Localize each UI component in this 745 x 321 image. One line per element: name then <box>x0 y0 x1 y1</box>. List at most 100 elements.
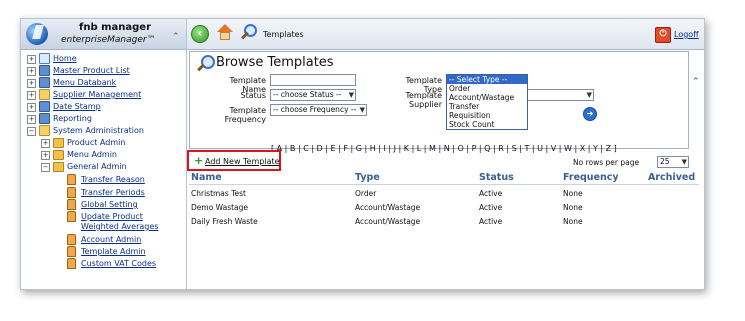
cell-frequency: None <box>563 189 583 198</box>
power-icon[interactable]: ⏻ <box>655 27 671 43</box>
folder-icon <box>53 150 64 160</box>
sidebar-item-label[interactable]: Transfer Periods <box>81 187 145 198</box>
expand-icon[interactable]: + <box>27 103 36 112</box>
sidebar-item-label[interactable]: Product Admin <box>67 137 125 148</box>
logoff-link[interactable]: Logoff <box>674 30 699 39</box>
calendar-icon <box>39 101 50 112</box>
chevron-down-icon[interactable]: ▼ <box>360 105 365 115</box>
chevron-down-icon[interactable]: ▼ <box>587 90 592 100</box>
search-icon[interactable] <box>240 24 258 42</box>
type-option[interactable]: Requisition <box>447 111 527 120</box>
alphabet-filter[interactable]: [ A | B | C | D | E | F | G | H | I | J … <box>271 144 617 153</box>
browse-templates-panel: Browse Templates Template Name Status --… <box>189 51 689 149</box>
grid-icon <box>39 65 50 76</box>
cell-frequency: None <box>563 217 583 226</box>
app-logo-icon <box>26 23 48 45</box>
col-header-type[interactable]: Type <box>355 172 380 183</box>
sidebar-item-label[interactable]: Transfer Reason <box>81 174 145 185</box>
template-frequency-label: Template Frequency <box>224 106 266 124</box>
expand-icon[interactable]: + <box>27 115 36 124</box>
sidebar-item-label[interactable]: Master Product List <box>53 65 130 76</box>
type-option[interactable]: Account/Wastage <box>447 93 527 102</box>
menu-icon <box>39 77 50 88</box>
col-header-archived[interactable]: Archived <box>648 172 695 183</box>
rows-per-page-label: No rows per page <box>573 158 640 167</box>
col-header-status[interactable]: Status <box>479 172 514 183</box>
sidebar-item-label[interactable]: Custom VAT Codes <box>81 258 156 269</box>
app-window: fnb manager enterpriseManager™ ⌃ + Home … <box>20 18 705 290</box>
settings-pin-icon <box>67 258 76 269</box>
go-arrow-icon[interactable]: ➜ <box>583 107 597 121</box>
col-header-name[interactable]: Name <box>191 172 222 183</box>
scroll-up-chevron-icon[interactable]: ⌃ <box>692 77 700 87</box>
type-option[interactable]: Transfer <box>447 102 527 111</box>
brand-header: fnb manager enterpriseManager™ ⌃ <box>21 19 186 50</box>
sidebar-item-label[interactable]: Supplier Management <box>53 89 141 100</box>
col-header-frequency[interactable]: Frequency <box>563 172 619 183</box>
type-option[interactable]: Stock Count <box>447 120 527 129</box>
expand-icon[interactable]: + <box>41 151 50 160</box>
status-label: Status <box>240 91 267 100</box>
page-title: Browse Templates <box>216 55 334 70</box>
sidebar-item-label[interactable]: Account Admin <box>81 234 141 245</box>
cell-status: Active <box>479 217 503 226</box>
rows-per-page-select[interactable]: 25 ▼ <box>657 156 689 168</box>
cell-name[interactable]: Demo Wastage <box>191 203 248 212</box>
brand-subtitle: enterpriseManager™ <box>61 35 156 45</box>
settings-pin-icon <box>67 199 76 210</box>
truck-icon <box>39 89 50 100</box>
back-arrow-icon[interactable]: ‹ <box>191 25 209 43</box>
folder-icon <box>53 138 64 148</box>
template-supplier-label: Template Supplier <box>405 91 442 109</box>
expand-icon[interactable]: + <box>41 139 50 148</box>
sidebar-item-label[interactable]: Reporting <box>53 113 92 124</box>
type-option[interactable]: Order <box>447 84 527 93</box>
cell-type: Order <box>355 189 377 198</box>
cell-name[interactable]: Daily Fresh Waste <box>191 217 258 226</box>
home-icon <box>39 53 50 64</box>
breadcrumb: Templates <box>263 30 304 39</box>
sidebar-item-label[interactable]: Home <box>53 53 77 64</box>
template-name-input[interactable] <box>270 74 356 86</box>
expand-icon[interactable]: + <box>27 67 36 76</box>
status-select[interactable]: -- choose Status -- ▼ <box>270 89 356 101</box>
collapse-icon[interactable]: − <box>41 163 50 172</box>
collapse-icon[interactable]: − <box>27 127 36 136</box>
report-icon <box>39 113 50 124</box>
sidebar-item-label[interactable]: Global Setting <box>81 199 138 210</box>
cell-status: Active <box>479 189 503 198</box>
type-option[interactable]: -- Select Type -- <box>447 75 527 84</box>
sidebar-item-label[interactable]: System Administration <box>53 125 144 136</box>
chevron-down-icon[interactable]: ▼ <box>349 90 354 100</box>
brand-title: fnb manager <box>79 22 152 33</box>
settings-pin-icon <box>67 174 76 185</box>
sidebar-item-label[interactable]: Date Stamp <box>53 101 101 112</box>
expand-icon[interactable]: + <box>27 91 36 100</box>
search-icon <box>196 55 215 72</box>
add-new-template-link[interactable]: Add New Template <box>205 157 280 166</box>
sidebar-item-label[interactable]: Menu Admin <box>67 149 117 160</box>
sidebar-item-label[interactable]: Menu Databank <box>53 77 116 88</box>
cell-status: Active <box>479 203 503 212</box>
settings-pin-icon <box>67 234 76 245</box>
template-type-dropdown[interactable]: -- Select Type -- Order Account/Wastage … <box>446 74 528 130</box>
home-icon[interactable] <box>217 24 233 40</box>
cell-name[interactable]: Christmas Test <box>191 189 246 198</box>
expand-icon[interactable]: + <box>27 55 36 64</box>
sidebar-item-label[interactable]: Template Admin <box>81 246 146 257</box>
folder-open-icon <box>53 162 64 172</box>
collapse-chevron-icon[interactable]: ⌃ <box>172 32 180 42</box>
chevron-down-icon[interactable]: ▼ <box>682 157 687 167</box>
settings-pin-icon <box>67 187 76 198</box>
main-content: ‹ Templates ⏻ Logoff ⌃ Browse Templates … <box>187 19 704 289</box>
settings-pin-icon <box>67 211 76 222</box>
sidebar-item-label[interactable]: General Admin <box>67 161 127 172</box>
frequency-select[interactable]: -- choose Frequency -- ▼ <box>270 104 367 116</box>
header-divider <box>189 184 699 185</box>
sidebar-item-label[interactable]: Weighted Averages <box>81 221 158 232</box>
checkmark-icon <box>39 125 50 136</box>
plus-icon[interactable]: + <box>194 154 203 167</box>
sidebar: fnb manager enterpriseManager™ ⌃ + Home … <box>21 19 187 289</box>
cell-frequency: None <box>563 203 583 212</box>
expand-icon[interactable]: + <box>27 79 36 88</box>
